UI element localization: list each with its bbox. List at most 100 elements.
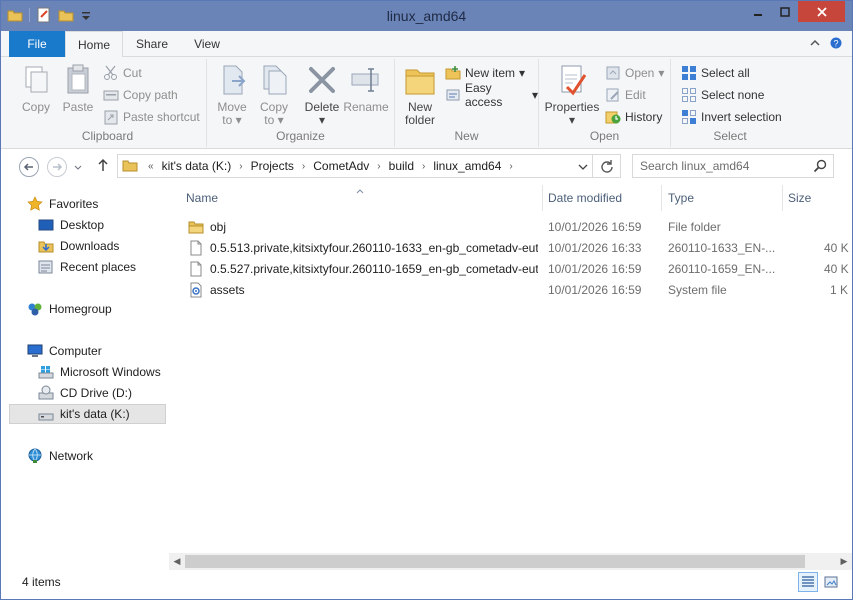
history-button[interactable]: History xyxy=(605,108,662,126)
new-group-label: New xyxy=(454,129,479,143)
nav-recent-places[interactable]: Recent places xyxy=(38,257,196,277)
new-folder-button[interactable]: New folder xyxy=(397,61,443,127)
breadcrumb-cometadv[interactable]: CometAdv xyxy=(313,159,369,173)
paste-shortcut-icon xyxy=(103,109,119,125)
minimize-button[interactable] xyxy=(745,1,771,22)
copy-button[interactable]: Copy xyxy=(13,61,59,114)
move-to-button[interactable]: Move to ▾ xyxy=(209,61,255,127)
column-header-size[interactable]: Size xyxy=(781,185,852,211)
file-name-cell: obj xyxy=(188,216,538,237)
column-header-date[interactable]: Date modified xyxy=(541,185,662,211)
maximize-button[interactable] xyxy=(772,1,798,22)
nav-network[interactable]: Network xyxy=(27,446,185,466)
file-size: 40 K xyxy=(824,240,849,255)
open-button[interactable]: Open ▾ xyxy=(605,64,664,82)
file-icon xyxy=(188,261,204,277)
open-group: Properties ▾ Open ▾ Edit History Open xyxy=(539,59,671,147)
up-arrow-icon xyxy=(98,158,108,171)
chevron-down-icon: ▾ xyxy=(235,113,242,127)
breadcrumb-separator-icon[interactable]: › xyxy=(302,161,305,172)
file-name-cell: assets xyxy=(188,279,538,300)
paste-button[interactable]: Paste xyxy=(55,61,101,114)
easy-access-button[interactable]: Easy access ▾ xyxy=(445,81,538,109)
breadcrumb-separator-icon[interactable]: › xyxy=(377,161,380,172)
table-row[interactable]: 0.5.527.private,kitsixtyfour.260110-1659… xyxy=(179,258,852,279)
new-group: New folder New item ▾ Easy access ▾ New xyxy=(395,59,539,147)
table-row[interactable]: assets 10/01/2026 16:59 System file 1 K xyxy=(179,279,852,300)
file-date: 10/01/2026 16:59 xyxy=(548,282,642,297)
breadcrumb-build[interactable]: build xyxy=(389,159,414,173)
cut-button[interactable]: Cut xyxy=(103,64,142,82)
history-icon xyxy=(605,109,621,125)
tab-view[interactable]: View xyxy=(181,31,233,57)
nav-kits-data[interactable]: kit's data (K:) xyxy=(9,404,166,424)
breadcrumb-separator-icon[interactable]: › xyxy=(509,161,512,172)
refresh-icon xyxy=(600,160,613,173)
copy-path-button[interactable]: Copy path xyxy=(103,86,178,104)
nav-microsoft-windows[interactable]: Microsoft Windows xyxy=(38,362,178,382)
forward-button[interactable] xyxy=(47,157,67,177)
nav-favorites[interactable]: Favorites xyxy=(27,194,185,214)
nav-homegroup[interactable]: Homegroup xyxy=(27,299,185,319)
invert-selection-icon xyxy=(681,109,697,125)
nav-cd-drive-label: CD Drive (D:) xyxy=(60,386,132,400)
details-view-button[interactable] xyxy=(798,572,818,592)
column-date-label: Date modified xyxy=(548,191,623,205)
address-bar[interactable]: « kit's data (K:) › Projects › CometAdv … xyxy=(117,154,593,178)
back-button[interactable] xyxy=(19,157,39,177)
breadcrumb-kits-data[interactable]: kit's data (K:) xyxy=(162,159,232,173)
tab-file[interactable]: File xyxy=(9,31,65,57)
chevron-down-icon: ▾ xyxy=(519,66,526,80)
search-icon[interactable] xyxy=(813,159,827,176)
column-name-label: Name xyxy=(186,191,219,205)
new-item-button[interactable]: New item ▾ xyxy=(445,64,525,82)
select-all-button[interactable]: Select all xyxy=(681,64,750,82)
table-row[interactable]: obj 10/01/2026 16:59 File folder xyxy=(179,216,852,237)
nav-cd-drive[interactable]: CD Drive (D:) xyxy=(38,383,196,403)
column-header-type[interactable]: Type xyxy=(661,185,783,211)
nav-computer[interactable]: Computer xyxy=(27,341,185,361)
search-input[interactable]: Search linux_amd64 xyxy=(632,154,834,178)
move-to-label-2: to xyxy=(222,113,233,127)
edit-icon xyxy=(605,87,621,103)
up-button[interactable] xyxy=(96,158,110,175)
chevron-down-icon: ▾ xyxy=(277,113,284,127)
address-dropdown-icon[interactable] xyxy=(578,161,588,175)
select-group: Select all Select none Invert selection … xyxy=(671,59,789,147)
breadcrumb-linux-amd64[interactable]: linux_amd64 xyxy=(433,159,501,173)
delete-button[interactable]: Delete ▾ xyxy=(299,61,345,127)
invert-selection-button[interactable]: Invert selection xyxy=(681,108,782,126)
properties-button[interactable]: Properties ▾ xyxy=(543,61,601,127)
table-row[interactable]: 0.5.513.private,kitsixtyfour.260110-1633… xyxy=(179,237,852,258)
large-icons-view-button[interactable] xyxy=(821,572,841,592)
tab-share[interactable]: Share xyxy=(125,31,179,57)
close-button[interactable] xyxy=(798,1,845,22)
breadcrumb-separator-icon[interactable]: › xyxy=(422,161,425,172)
computer-icon xyxy=(27,343,43,359)
file-name: obj xyxy=(210,219,227,234)
refresh-button[interactable] xyxy=(593,154,621,178)
tab-home[interactable]: Home xyxy=(65,31,123,58)
select-group-label: Select xyxy=(713,129,747,143)
paste-label: Paste xyxy=(62,100,94,114)
nav-desktop[interactable]: Desktop xyxy=(38,215,196,235)
edit-button[interactable]: Edit xyxy=(605,86,646,104)
copy-to-button[interactable]: Copy to ▾ xyxy=(251,61,297,127)
move-to-label: Move xyxy=(217,100,247,114)
select-all-icon xyxy=(681,65,697,81)
scroll-left-icon[interactable]: ◀ xyxy=(169,553,185,570)
horizontal-scrollbar[interactable]: ◀ ▶ xyxy=(169,553,852,570)
expand-ribbon-icon[interactable] xyxy=(810,37,820,52)
scroll-right-icon[interactable]: ▶ xyxy=(836,553,852,570)
paste-shortcut-button[interactable]: Paste shortcut xyxy=(103,108,200,126)
scrollbar-thumb[interactable] xyxy=(185,555,805,568)
help-icon[interactable]: ? xyxy=(830,37,842,52)
recent-locations-chevron-icon[interactable] xyxy=(74,161,82,175)
breadcrumb-overflow[interactable]: « xyxy=(148,161,154,172)
breadcrumb-separator-icon[interactable]: › xyxy=(239,161,242,172)
breadcrumb-projects[interactable]: Projects xyxy=(251,159,294,173)
edit-label: Edit xyxy=(625,88,646,102)
nav-downloads[interactable]: Downloads xyxy=(38,236,196,256)
rename-button[interactable]: Rename xyxy=(343,61,389,114)
select-none-button[interactable]: Select none xyxy=(681,86,764,104)
